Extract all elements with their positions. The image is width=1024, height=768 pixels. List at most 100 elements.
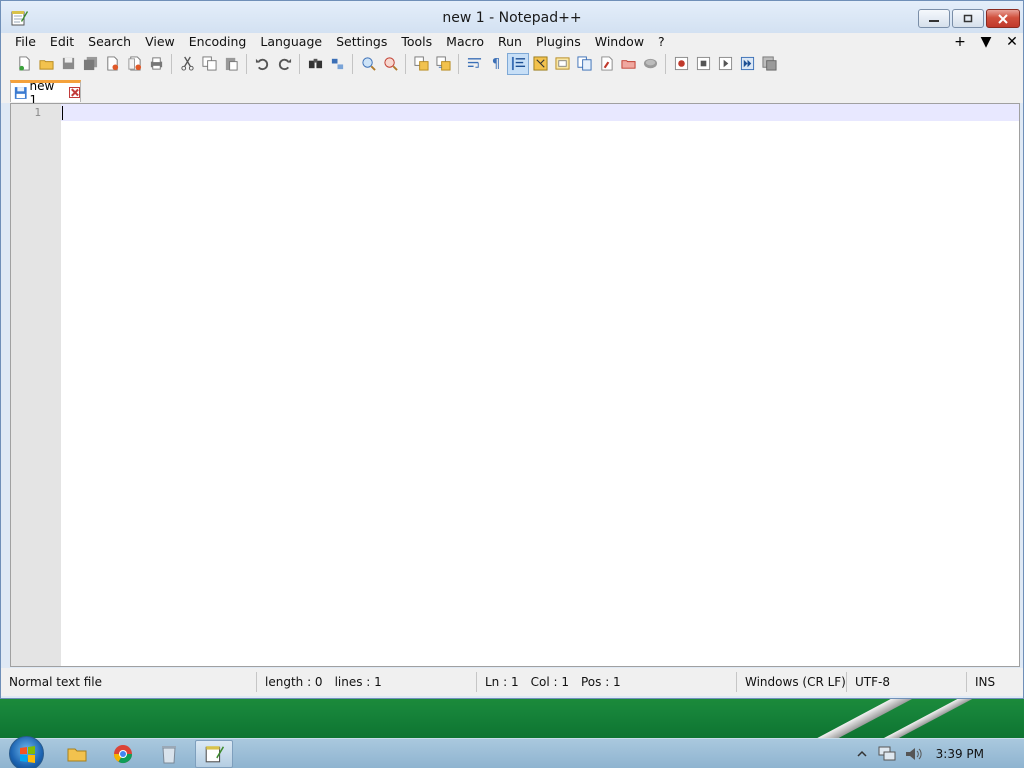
save-button[interactable] — [57, 53, 79, 75]
redo-icon — [278, 58, 291, 71]
menu-encoding[interactable]: Encoding — [182, 33, 254, 51]
menu-bar: File Edit Search View Encoding Language … — [1, 33, 1023, 51]
tab-list-dropdown-button[interactable]: ▼ — [979, 34, 993, 50]
menu-settings[interactable]: Settings — [329, 33, 394, 51]
document-map-button[interactable] — [551, 53, 573, 75]
zoom-out-button[interactable] — [379, 53, 401, 75]
window-title: new 1 - Notepad++ — [442, 10, 582, 26]
notepadpp-icon — [205, 746, 224, 763]
print-button[interactable] — [145, 53, 167, 75]
save-icon — [62, 57, 74, 70]
undo-button[interactable] — [251, 53, 273, 75]
title-bar[interactable]: new 1 - Notepad++ — [1, 1, 1023, 33]
word-wrap-button[interactable] — [463, 53, 485, 75]
cut-button[interactable] — [176, 53, 198, 75]
start-button[interactable] — [9, 736, 44, 768]
status-eol[interactable]: Windows (CR LF) — [737, 672, 847, 692]
find-button[interactable] — [304, 53, 326, 75]
redo-button[interactable] — [273, 53, 295, 75]
document-tab-bar: new 1 — [1, 76, 1023, 107]
close-all-icon — [127, 56, 141, 71]
menu-search[interactable]: Search — [81, 33, 138, 51]
close-button[interactable] — [986, 9, 1020, 28]
new-file-icon — [18, 56, 30, 71]
restore-icon — [963, 14, 973, 22]
file-explorer-icon — [67, 748, 87, 762]
playback-macro-button[interactable] — [714, 53, 736, 75]
line-number: 1 — [34, 106, 41, 119]
show-hidden-icons-icon[interactable] — [856, 748, 868, 760]
taskbar-notepadpp[interactable] — [195, 740, 233, 768]
save-macro-button[interactable] — [758, 53, 780, 75]
record-macro-button[interactable] — [670, 53, 692, 75]
close-file-button[interactable] — [101, 53, 123, 75]
taskbar-chrome[interactable] — [104, 740, 142, 768]
cut-icon — [180, 56, 194, 71]
sync-vertical-button[interactable] — [410, 53, 432, 75]
status-length-lines: length : 0 lines : 1 — [257, 672, 477, 692]
toolbar-separator — [405, 53, 406, 74]
menu-view[interactable]: View — [138, 33, 182, 51]
menu-macro[interactable]: Macro — [439, 33, 491, 51]
taskbar-recycle-bin[interactable] — [150, 740, 188, 768]
status-encoding[interactable]: UTF-8 — [847, 672, 967, 692]
folder-as-workspace-icon — [600, 56, 613, 71]
monitoring-button[interactable] — [639, 53, 661, 75]
open-file-icon — [38, 60, 54, 70]
sync-horizontal-button[interactable] — [432, 53, 454, 75]
document-map-icon — [554, 57, 570, 70]
restore-button[interactable] — [952, 9, 984, 28]
close-document-button[interactable]: ✕ — [1005, 34, 1019, 50]
menu-file[interactable]: File — [1, 33, 43, 51]
toolbar-separator — [458, 53, 459, 74]
save-all-icon — [83, 56, 97, 71]
toolbar: ¶ — [1, 51, 1023, 76]
monitoring-icon — [643, 58, 657, 69]
paste-button[interactable] — [220, 53, 242, 75]
network-icon[interactable] — [878, 746, 896, 762]
open-file-button[interactable] — [35, 53, 57, 75]
folder-as-workspace-button[interactable] — [595, 53, 617, 75]
col-text: Col : 1 — [530, 675, 569, 689]
menu-tools[interactable]: Tools — [394, 33, 439, 51]
replace-icon — [331, 58, 343, 70]
new-file-button[interactable] — [13, 53, 35, 75]
menu-window[interactable]: Window — [588, 33, 651, 51]
taskbar-clock[interactable]: 3:39 PM — [936, 747, 984, 761]
status-position: Ln : 1 Col : 1 Pos : 1 — [477, 672, 737, 692]
status-bar: Normal text file length : 0 lines : 1 Ln… — [1, 668, 1023, 696]
menu-edit[interactable]: Edit — [43, 33, 81, 51]
new-tab-plus-button[interactable]: + — [953, 34, 967, 50]
save-all-button[interactable] — [79, 53, 101, 75]
volume-icon[interactable] — [904, 746, 922, 762]
function-list-icon — [576, 56, 592, 71]
svg-text:¶: ¶ — [491, 57, 499, 71]
close-all-button[interactable] — [123, 53, 145, 75]
taskbar-file-explorer[interactable] — [58, 740, 96, 768]
indent-guide-button[interactable] — [507, 52, 529, 75]
length-text: length : 0 — [265, 675, 323, 689]
tab-new-1[interactable]: new 1 — [10, 79, 81, 107]
close-icon — [998, 13, 1008, 24]
run-macro-multiple-button[interactable] — [736, 53, 758, 75]
menu-plugins[interactable]: Plugins — [529, 33, 588, 51]
status-insert-mode[interactable]: INS — [967, 672, 1021, 692]
replace-button[interactable] — [326, 53, 348, 75]
show-all-characters-button[interactable]: ¶ — [485, 53, 507, 75]
status-file-type: Normal text file — [1, 672, 257, 692]
zoom-in-button[interactable] — [357, 53, 379, 75]
record-macro-icon — [674, 56, 688, 71]
menu-run[interactable]: Run — [491, 33, 529, 51]
minimize-button[interactable] — [918, 9, 950, 28]
eol-text: Windows (CR LF) — [745, 675, 846, 689]
user-defined-language-button[interactable] — [529, 53, 551, 75]
menu-language[interactable]: Language — [253, 33, 329, 51]
text-editor[interactable]: 1 — [10, 103, 1020, 667]
copy-button[interactable] — [198, 53, 220, 75]
stop-recording-button[interactable] — [692, 53, 714, 75]
menu-help[interactable]: ? — [651, 33, 672, 51]
windows-logo-icon — [20, 746, 35, 763]
function-list-button[interactable] — [573, 53, 595, 75]
tab-close-icon[interactable] — [69, 87, 80, 98]
folder-button[interactable] — [617, 53, 639, 75]
